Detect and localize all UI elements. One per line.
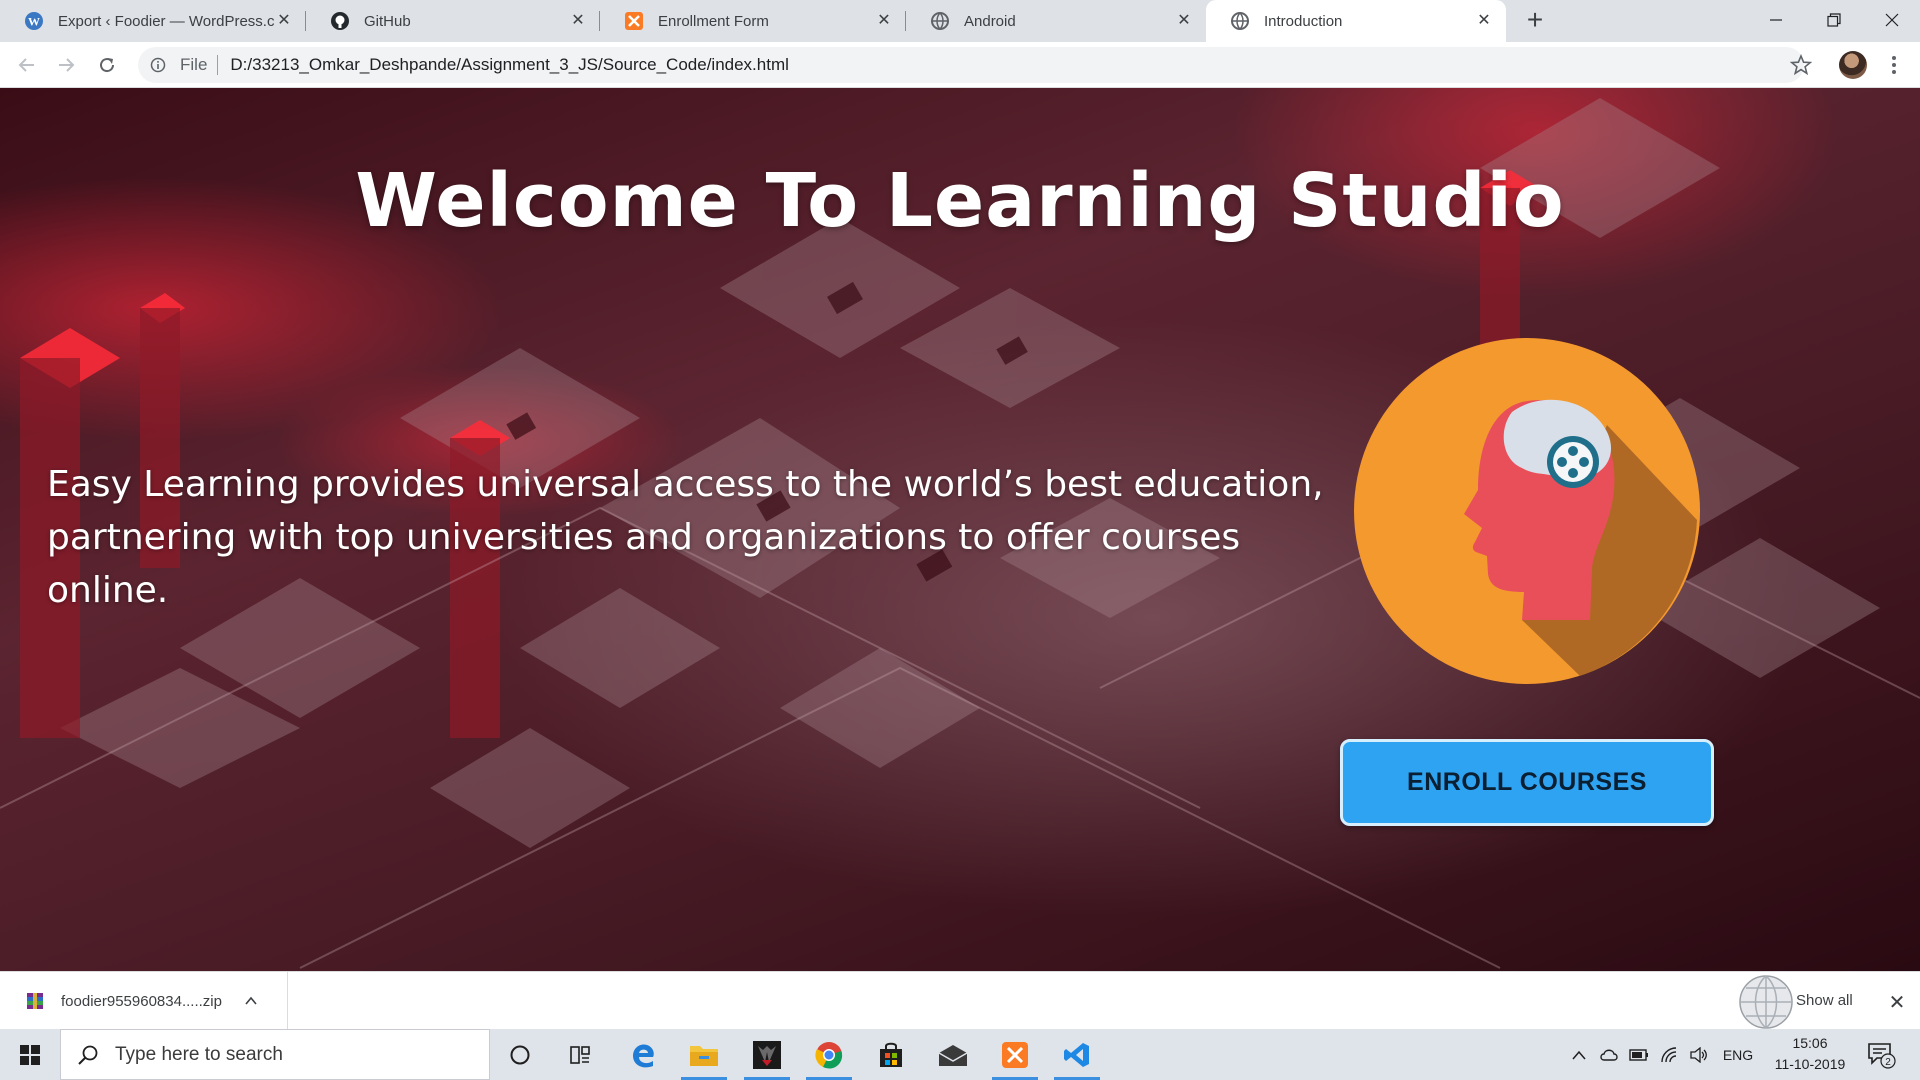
wordpress-icon: W [24,11,44,31]
close-icon[interactable]: ✕ [1174,11,1194,31]
enroll-courses-button[interactable]: ENROLL COURSES [1340,739,1714,826]
close-icon[interactable]: ✕ [1474,11,1494,31]
edge-icon [633,1043,654,1067]
tray-network-sync[interactable] [1596,1029,1622,1080]
tab-android[interactable]: Android ✕ [906,0,1206,42]
notification-count: 2 [1885,1057,1891,1068]
restore-button[interactable] [1806,0,1862,40]
tray-volume[interactable] [1686,1029,1712,1080]
taskbar-search-box[interactable]: Type here to search [60,1029,490,1080]
tab-title: Enrollment Form [658,12,769,30]
battery-icon [1629,1048,1648,1061]
taskbar-edge[interactable] [614,1029,672,1080]
task-view-button[interactable] [551,1029,609,1080]
brain-head-logo-icon [1354,338,1700,684]
page-title: Welcome To Learning Studio [355,158,1565,244]
tray-battery[interactable] [1626,1029,1652,1080]
globe-icon [1230,11,1250,31]
vscode-icon [1064,1042,1089,1067]
tab-introduction[interactable]: Introduction ✕ [1206,0,1506,42]
download-item[interactable]: foodier955960834.....zip [0,972,288,1030]
chrome-icon [815,1041,843,1069]
taskbar-vscode[interactable] [1048,1029,1106,1080]
tab-enrollment-form[interactable]: Enrollment Form ✕ [600,0,906,42]
taskbar-chrome[interactable] [800,1029,858,1080]
page-content: Welcome To Learning Studio Easy Learning… [0,88,1920,971]
tab-title: Introduction [1264,12,1343,30]
taskbar-mail[interactable] [924,1029,982,1080]
cloud-sync-icon [1600,1049,1618,1061]
taskbar-store[interactable] [862,1029,920,1080]
notification-icon: 2 [1868,1043,1896,1069]
cortana-button[interactable] [491,1029,549,1080]
clock-time: 15:06 [1792,1035,1828,1051]
reload-icon [100,58,115,73]
close-icon[interactable]: ✕ [568,11,588,31]
speaker-icon [1690,1046,1707,1063]
cortana-circle-icon [510,1045,530,1064]
omnibox-divider [217,55,219,75]
forward-arrow-icon [59,58,75,72]
back-arrow-icon [18,58,34,72]
search-placeholder: Type here to search [115,1043,283,1065]
clock-date: 11-10-2019 [1774,1056,1846,1072]
tab-title: GitHub [364,12,411,30]
github-icon [330,11,350,31]
show-hidden-icons-button[interactable] [1566,1029,1592,1080]
wifi-icon [1661,1046,1677,1062]
address-bar[interactable]: File D:/33213_Omkar_Deshpande/Assignment… [138,47,1804,83]
windows-start-button[interactable] [0,1029,60,1080]
new-tab-button[interactable]: + [1520,6,1550,36]
taskbar-clock[interactable]: 15:06 11-10-2019 [1760,1033,1860,1075]
store-bag-icon [880,1042,902,1067]
browser-toolbar: File D:/33213_Omkar_Deshpande/Assignment… [0,42,1920,88]
taskbar-xampp[interactable] [986,1029,1044,1080]
tab-github[interactable]: GitHub ✕ [306,0,600,42]
chevron-up-icon[interactable] [244,994,258,1008]
tab-title: Android [964,12,1016,30]
reload-button[interactable] [93,51,121,79]
tab-strip: W Export ‹ Foodier — WordPress.co ✕ GitH… [0,0,1920,42]
xampp-icon [1002,1041,1028,1068]
tab-title: Export ‹ Foodier — WordPress.co [58,12,274,30]
download-file-name: foodier955960834.....zip [61,992,222,1010]
globe-icon [1739,975,1793,1029]
close-icon[interactable]: ✕ [874,11,894,31]
page-description: Easy Learning provides universal access … [47,464,1324,611]
taskbar-file-explorer[interactable] [675,1029,733,1080]
mail-icon [938,1044,968,1066]
chevron-up-icon [1572,1050,1586,1059]
back-button[interactable] [13,51,41,79]
task-view-icon [570,1045,590,1064]
predator-app-icon [753,1040,781,1069]
tray-wifi[interactable] [1656,1029,1682,1080]
windows-taskbar: Type here to search ENG 15:06 11-10-2019… [0,1029,1920,1080]
download-shelf: foodier955960834.....zip Show all ✕ [0,971,1920,1030]
tray-language[interactable]: ENG [1718,1029,1758,1080]
archive-file-icon [27,993,43,1009]
xampp-icon [624,11,644,31]
url-text[interactable]: D:/33213_Omkar_Deshpande/Assignment_3_JS… [230,55,789,75]
info-icon[interactable] [150,57,166,73]
show-all-downloads-button[interactable]: Show all [1796,992,1853,1009]
url-scheme: File [180,55,208,74]
search-icon [78,1045,98,1065]
bookmark-star-icon[interactable] [1790,54,1812,76]
close-shelf-icon[interactable]: ✕ [1886,990,1908,1015]
chrome-menu-icon[interactable] [1882,52,1906,78]
minimize-button[interactable] [1748,0,1804,40]
globe-icon [930,11,950,31]
close-window-button[interactable] [1864,0,1920,40]
windows-logo-icon [20,1044,40,1065]
taskbar-predator-app[interactable] [738,1029,796,1080]
tab-wordpress-export[interactable]: W Export ‹ Foodier — WordPress.co ✕ [0,0,306,42]
folder-icon [690,1045,718,1066]
svg-text:W: W [28,15,40,29]
action-center-button[interactable]: 2 [1866,1039,1896,1069]
forward-button[interactable] [52,51,80,79]
profile-avatar[interactable] [1839,51,1867,79]
close-icon[interactable]: ✕ [274,11,294,31]
